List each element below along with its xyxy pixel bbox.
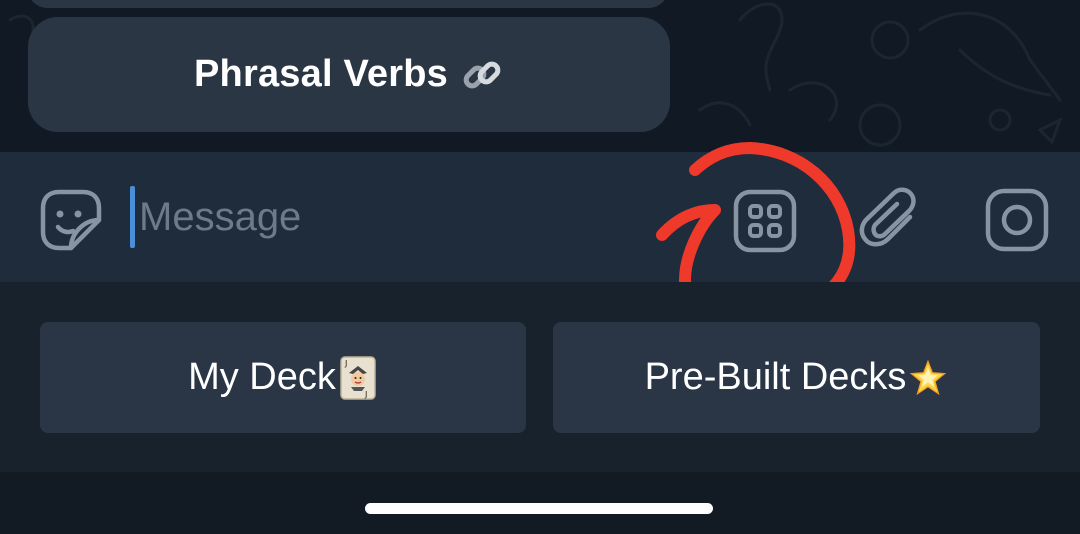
system-navigation-area [0, 472, 1080, 534]
my-deck-label: My Deck [188, 356, 336, 398]
message-input[interactable]: Message [130, 184, 650, 250]
joker-card-icon: J J [340, 355, 376, 400]
telegram-chat-screen: Phrasal Verbs Message My Deck J J Pre-Bu… [0, 0, 1080, 534]
camera-icon[interactable] [984, 187, 1050, 253]
phrasal-verbs-inline-button[interactable]: Phrasal Verbs [28, 17, 670, 132]
pre-built-decks-button[interactable]: Pre-Built Decks [553, 322, 1040, 433]
pre-built-decks-label: Pre-Built Decks [644, 356, 907, 398]
inline-button-label: Phrasal Verbs [194, 53, 448, 95]
home-indicator[interactable] [365, 503, 713, 514]
svg-text:J: J [364, 390, 367, 399]
message-placeholder: Message [139, 194, 302, 239]
apps-grid-icon[interactable] [733, 189, 797, 253]
text-caret [130, 186, 135, 248]
message-input-bar: Message [0, 152, 1080, 282]
reply-keyboard: My Deck J J Pre-Built Decks [0, 282, 1080, 472]
glowing-star-icon [910, 359, 947, 395]
svg-text:J: J [344, 359, 347, 368]
paperclip-icon[interactable] [858, 187, 924, 253]
chat-area: Phrasal Verbs [0, 0, 1080, 152]
previous-inline-button[interactable] [28, 0, 668, 8]
link-icon [463, 61, 501, 88]
my-deck-button[interactable]: My Deck J J [40, 322, 526, 433]
sticker-icon[interactable] [38, 187, 104, 253]
